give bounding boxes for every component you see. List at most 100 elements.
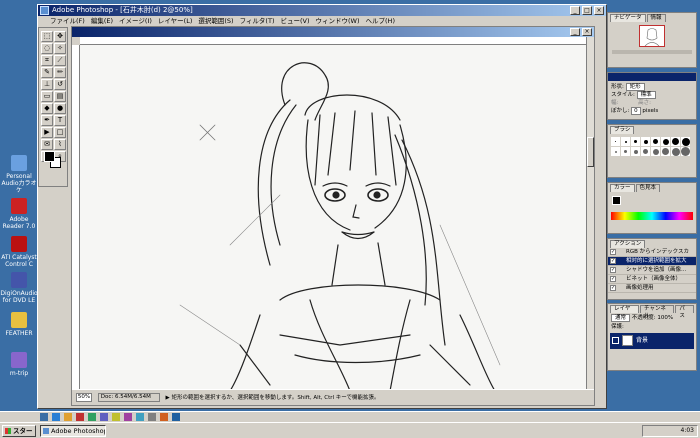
close-button[interactable]: ×: [594, 6, 604, 15]
app-quick-icon[interactable]: [100, 413, 108, 421]
desktop-icon-digion[interactable]: DigiOnAudio for DVD LE: [0, 272, 38, 304]
window-titlebar[interactable]: Adobe Photoshop - [石井木肘(d) 2@50%] _ □ ×: [38, 5, 606, 16]
layer-row-background[interactable]: 背景: [610, 333, 694, 349]
app-quick-icon[interactable]: [160, 413, 168, 421]
notes-tool-icon[interactable]: ✉: [41, 139, 53, 150]
app-quick-icon[interactable]: [136, 413, 144, 421]
marquee-tool-icon[interactable]: ⬚: [41, 31, 53, 42]
lasso-tool-icon[interactable]: ◌: [41, 43, 53, 54]
tab-navigator[interactable]: ナビゲータ: [610, 14, 646, 22]
type-tool-icon[interactable]: T: [54, 115, 66, 126]
eyedropper-tool-icon[interactable]: ⌇: [54, 139, 66, 150]
desktop-icon-feather[interactable]: FEATHER: [0, 312, 38, 337]
maximize-button[interactable]: □: [582, 6, 592, 15]
brush-preset[interactable]: [641, 147, 650, 156]
checkmark-icon[interactable]: ✓: [610, 267, 616, 273]
brush-preset[interactable]: [681, 147, 690, 156]
desktop-icon-ati-catalyst[interactable]: ATI Catalyst Control C: [0, 236, 38, 268]
app-quick-icon[interactable]: [148, 413, 156, 421]
desktop-icon-m-trip[interactable]: m-trip: [0, 352, 38, 377]
app-quick-icon[interactable]: [112, 413, 120, 421]
magic-wand-tool-icon[interactable]: ✧: [54, 43, 66, 54]
ie-icon[interactable]: [52, 413, 60, 421]
gradient-tool-icon[interactable]: ▤: [54, 91, 66, 102]
brush-preset[interactable]: [671, 147, 680, 156]
tab-swatches[interactable]: 色見本: [635, 184, 661, 192]
taskbar-photoshop-button[interactable]: Adobe Photoshop...: [40, 425, 106, 437]
folder-icon[interactable]: [64, 413, 72, 421]
menu-edit[interactable]: 編集(E): [91, 16, 113, 26]
menu-image[interactable]: イメージ(I): [119, 16, 152, 26]
menu-select[interactable]: 選択範囲(S): [198, 16, 233, 26]
brush-preset[interactable]: [671, 137, 680, 146]
minimize-button[interactable]: _: [570, 6, 580, 15]
brush-preset[interactable]: [631, 147, 640, 156]
menu-help[interactable]: ヘルプ(H): [366, 16, 395, 26]
path-select-tool-icon[interactable]: ▶: [41, 127, 53, 138]
tab-color[interactable]: カラー: [610, 184, 635, 192]
tab-channels[interactable]: チャンネル: [640, 305, 675, 319]
brush-preset[interactable]: [651, 137, 660, 146]
brush-preset[interactable]: [621, 137, 630, 146]
style-select[interactable]: 標準: [636, 91, 656, 99]
feather-input[interactable]: 0: [631, 107, 641, 115]
move-tool-icon[interactable]: ✥: [54, 31, 66, 42]
action-item[interactable]: ✓ RGB からインデックスカ: [608, 248, 696, 257]
color-ramp[interactable]: [611, 212, 693, 220]
color-fg-swatch[interactable]: [612, 196, 621, 205]
brush-tool-icon[interactable]: ✎: [41, 67, 53, 78]
doc-minimize-button[interactable]: _: [570, 28, 580, 36]
desktop-icon-adobe-reader[interactable]: Adobe Reader 7.0: [0, 198, 38, 230]
tab-actions[interactable]: アクション: [610, 240, 646, 248]
brush-preset[interactable]: [661, 147, 670, 156]
app-quick-icon[interactable]: [76, 413, 84, 421]
checkmark-icon[interactable]: ✓: [610, 276, 616, 282]
document-titlebar[interactable]: _ ×: [72, 27, 594, 37]
tab-paths[interactable]: パス: [675, 305, 694, 319]
zoom-level[interactable]: 50%: [76, 393, 92, 402]
eye-icon[interactable]: [612, 337, 619, 344]
tab-info[interactable]: 情報: [646, 14, 666, 22]
action-item[interactable]: ✓ 画像処理用: [608, 284, 696, 293]
tab-layers[interactable]: レイヤー: [610, 305, 640, 319]
dodge-tool-icon[interactable]: ●: [54, 103, 66, 114]
vertical-scrollbar[interactable]: [586, 37, 594, 389]
navigator-thumbnail[interactable]: [639, 25, 665, 47]
start-button[interactable]: スタート: [2, 425, 36, 438]
brush-preset[interactable]: [661, 137, 670, 146]
canvas[interactable]: [80, 45, 586, 389]
tab-brushes[interactable]: ブラシ: [610, 126, 635, 134]
action-item-selected[interactable]: ✓ 相対的に選択範囲を拡大: [608, 257, 696, 266]
doc-close-button[interactable]: ×: [582, 28, 592, 36]
brush-preset[interactable]: [651, 147, 660, 156]
menu-layer[interactable]: レイヤー(L): [158, 16, 193, 26]
app-quick-icon[interactable]: [172, 413, 180, 421]
blur-tool-icon[interactable]: ◆: [41, 103, 53, 114]
history-brush-tool-icon[interactable]: ↺: [54, 79, 66, 90]
navigator-zoom-slider[interactable]: [612, 50, 692, 54]
menu-filter[interactable]: フィルタ(T): [240, 16, 275, 26]
opacity-value[interactable]: 100%: [657, 315, 673, 321]
app-quick-icon[interactable]: [124, 413, 132, 421]
checkmark-icon[interactable]: ✓: [610, 249, 616, 255]
crop-tool-icon[interactable]: ⌗: [41, 55, 53, 66]
menu-file[interactable]: ファイル(F): [50, 16, 85, 26]
blend-mode-select[interactable]: 通常: [611, 314, 631, 322]
checkmark-icon[interactable]: ✓: [610, 258, 616, 264]
pencil-tool-icon[interactable]: ✏: [54, 67, 66, 78]
desktop-icon-personal-audio[interactable]: Personal Audio力ラオケ: [0, 155, 38, 194]
brush-preset[interactable]: [641, 137, 650, 146]
scrollbar-thumb[interactable]: [587, 137, 594, 167]
menu-window[interactable]: ウィンドウ(W): [316, 16, 360, 26]
menu-view[interactable]: ビュー(V): [280, 16, 309, 26]
brush-preset[interactable]: [611, 147, 620, 156]
brush-preset[interactable]: [621, 147, 630, 156]
slice-tool-icon[interactable]: ⟋: [54, 55, 66, 66]
stamp-tool-icon[interactable]: ⊥: [41, 79, 53, 90]
checkmark-icon[interactable]: ✓: [610, 285, 616, 291]
action-item[interactable]: ✓ ビネット（画像全体）: [608, 275, 696, 284]
eraser-tool-icon[interactable]: ▭: [41, 91, 53, 102]
foreground-color-swatch[interactable]: [44, 151, 55, 162]
clock[interactable]: 4:03: [681, 427, 694, 434]
brush-preset[interactable]: [611, 137, 620, 146]
